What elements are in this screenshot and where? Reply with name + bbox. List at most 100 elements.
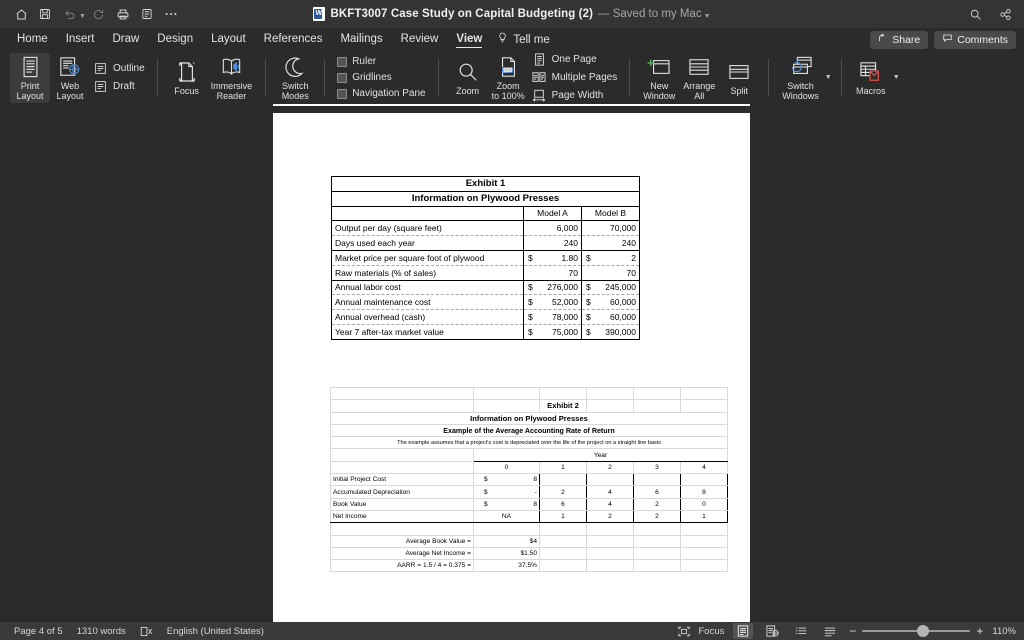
comments-button[interactable]: Comments: [934, 30, 1016, 49]
spacer-cell: [680, 399, 728, 413]
draft-label: Draft: [113, 81, 135, 92]
tab-view[interactable]: View: [447, 28, 491, 51]
zoom-in-button[interactable]: +: [976, 625, 983, 637]
comment-bubble-icon: [942, 33, 953, 46]
exhibit-1-row-model-a: 240: [523, 235, 582, 251]
zoom-button[interactable]: Zoom: [448, 53, 488, 103]
exhibit-2-spacer-row: [330, 522, 728, 536]
document-canvas[interactable]: Exhibit 1 Information on Plywood Presses…: [0, 104, 1024, 622]
macros-button[interactable]: Macros: [851, 53, 891, 103]
zoom-icon: [457, 60, 479, 84]
ruler-checkbox[interactable]: [337, 56, 348, 67]
split-icon: [728, 60, 750, 84]
exhibit-2-row-y3: [633, 473, 681, 487]
exhibit-1-title-row: Exhibit 1: [331, 176, 640, 192]
zoom-out-button[interactable]: −: [849, 625, 856, 637]
document-page[interactable]: Exhibit 1 Information on Plywood Presses…: [273, 113, 750, 622]
one-page-label: One Page: [551, 54, 597, 65]
web-layout-view-button[interactable]: [762, 623, 782, 639]
ribbon-divider: [840, 59, 842, 96]
page-width-button[interactable]: Page Width: [529, 88, 621, 103]
print-layout-view-button[interactable]: [733, 623, 754, 639]
title-chevron-down-icon[interactable]: ▼: [704, 13, 711, 20]
spacer-cell: [680, 522, 728, 536]
aarr-value: 37.5%: [473, 559, 540, 573]
web-layout-button[interactable]: Web Layout: [50, 53, 90, 103]
tab-design[interactable]: Design: [148, 28, 202, 51]
exhibit-2-row-y0: $8: [473, 473, 540, 487]
draft-button[interactable]: Draft: [90, 79, 148, 94]
exhibit-1-row-label: Year 7 after-tax market value: [331, 324, 524, 340]
navigation-pane-checkbox-row[interactable]: Navigation Pane: [334, 87, 428, 100]
spacer-cell: [330, 448, 474, 462]
arrange-all-button[interactable]: Arrange All: [679, 53, 719, 103]
table-row: Year 7 after-tax market value $75,000 $3…: [331, 324, 640, 340]
focus-icon: [178, 60, 196, 84]
tab-insert[interactable]: Insert: [57, 28, 104, 51]
save-state-label: — Saved to my Mac: [598, 8, 702, 20]
save-icon[interactable]: [34, 4, 56, 24]
immersive-reader-button[interactable]: Immersive Reader: [207, 53, 257, 103]
new-window-button[interactable]: New Window: [639, 53, 679, 103]
proofing-icon[interactable]: [140, 626, 153, 637]
share-link-icon[interactable]: [994, 4, 1016, 24]
zoom-to-100-button[interactable]: 100 Zoom to 100%: [488, 53, 529, 103]
zoom-100-icon: 100: [499, 55, 518, 79]
focus-mode-icon[interactable]: [677, 626, 690, 637]
tab-review[interactable]: Review: [392, 28, 448, 51]
macros-chevron-down-icon[interactable]: ▼: [893, 74, 900, 81]
tab-mailings[interactable]: Mailings: [331, 28, 391, 51]
outline-button[interactable]: Outline: [90, 61, 148, 76]
exhibit-2-row-label: Initial Project Cost: [330, 473, 474, 487]
table-row: Book Value $8 6 4 2 0: [330, 497, 728, 511]
tab-home[interactable]: Home: [8, 28, 57, 51]
more-options-icon[interactable]: [160, 4, 182, 24]
focus-button[interactable]: Focus: [167, 53, 207, 103]
zoom-slider-group[interactable]: − +: [849, 625, 983, 637]
language-indicator[interactable]: English (United States): [167, 626, 264, 637]
one-page-button[interactable]: One Page: [529, 52, 621, 67]
switch-windows-button[interactable]: Switch Windows: [778, 53, 823, 103]
exhibit-2-row-y2: [586, 473, 634, 487]
draft-view-button[interactable]: [820, 623, 840, 639]
focus-label[interactable]: Focus: [699, 626, 725, 637]
table-row: Output per day (square feet) 6,000 70,00…: [331, 220, 640, 237]
zoom-slider-track[interactable]: [862, 625, 971, 637]
word-count[interactable]: 1310 words: [77, 626, 126, 637]
exhibit-2-year-cols-row: 0 1 2 3 4: [330, 460, 728, 475]
tab-layout[interactable]: Layout: [202, 28, 255, 51]
zoom-level[interactable]: 110%: [992, 626, 1016, 637]
ruler-checkbox-row[interactable]: Ruler: [334, 55, 428, 68]
tab-draw[interactable]: Draw: [103, 28, 148, 51]
undo-chevron-down-icon[interactable]: ▼: [79, 13, 86, 20]
tab-references[interactable]: References: [255, 28, 332, 51]
print-layout-button[interactable]: Print Layout: [10, 52, 50, 103]
print-icon[interactable]: [112, 4, 134, 24]
redo-icon[interactable]: [88, 4, 110, 24]
switch-modes-button[interactable]: Switch Modes: [275, 53, 315, 103]
switch-windows-chevron-down-icon[interactable]: ▼: [825, 74, 832, 81]
share-button[interactable]: Share: [870, 30, 929, 49]
exhibit-2-year-0: 0: [473, 460, 540, 475]
gridlines-checkbox-row[interactable]: Gridlines: [334, 71, 428, 84]
split-button[interactable]: Split: [719, 53, 759, 103]
spacer-cell: [539, 559, 587, 573]
outline-view-button[interactable]: [791, 623, 811, 639]
titlebar-right-actions: [964, 4, 1016, 24]
multiple-pages-button[interactable]: Multiple Pages: [529, 70, 621, 85]
zoom-slider-thumb[interactable]: [917, 625, 930, 637]
outline-icon: [93, 62, 108, 75]
tell-me-box[interactable]: Tell me: [491, 31, 550, 49]
exhibit-1-row-label: Market price per square foot of plywood: [331, 250, 524, 266]
status-bar-right: Focus − + 110%: [677, 623, 1016, 639]
home-icon[interactable]: [10, 4, 32, 24]
gridlines-checkbox[interactable]: [337, 72, 348, 83]
undo-icon[interactable]: [58, 4, 80, 24]
quick-print-icon[interactable]: [136, 4, 158, 24]
navigation-pane-checkbox[interactable]: [337, 88, 348, 99]
exhibit-1-row-model-a: 6,000: [523, 220, 582, 237]
page-indicator[interactable]: Page 4 of 5: [14, 626, 63, 637]
immersive-reader-label: Immersive Reader: [210, 80, 253, 101]
table-row: Net Income NA 1 2 2 1: [330, 509, 728, 524]
search-icon[interactable]: [964, 4, 986, 24]
